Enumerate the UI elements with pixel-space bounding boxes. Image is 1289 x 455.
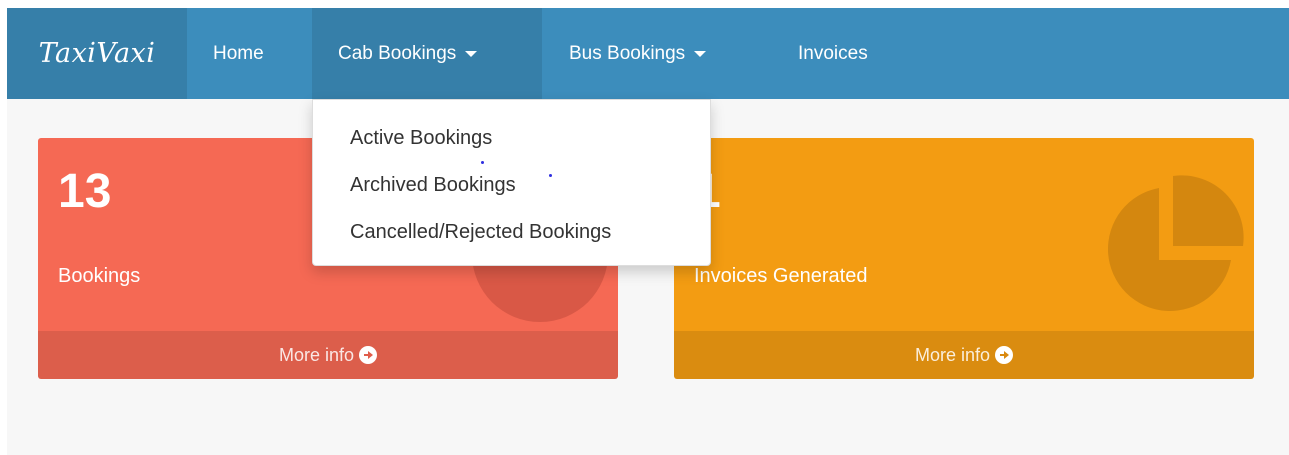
app-frame: TaxiVaxi Home Cab Bookings Bus Bookings … [7, 8, 1289, 455]
pie-chart-icon [1107, 175, 1244, 312]
more-info-label: More info [278, 344, 355, 365]
nav-home-label: Home [213, 42, 264, 64]
more-info-label: More info [914, 344, 991, 365]
nav-bus-bookings[interactable]: Bus Bookings [569, 8, 707, 99]
top-navbar: TaxiVaxi Home Cab Bookings Bus Bookings … [7, 8, 1289, 99]
menu-item-cancelled-rejected-bookings[interactable]: Cancelled/Rejected Bookings [350, 221, 611, 244]
invoices-label: Invoices Generated [694, 265, 868, 287]
invoices-box: 1 Invoices Generated More info [674, 138, 1254, 379]
caret-down-icon [465, 50, 478, 57]
cursor-dot [549, 174, 552, 177]
nav-invoices-label: Invoices [798, 42, 868, 64]
invoices-more-info-link[interactable]: More info [674, 331, 1254, 379]
arrow-circle-right-icon [995, 346, 1014, 364]
nav-cab-bookings[interactable]: Cab Bookings [312, 8, 542, 99]
arrow-circle-right-icon [359, 346, 378, 364]
bookings-label: Bookings [58, 265, 141, 287]
cursor-dot [481, 161, 484, 164]
cab-bookings-dropdown-menu: Active Bookings Archived Bookings Cancel… [312, 99, 711, 266]
menu-item-active-bookings[interactable]: Active Bookings [350, 127, 492, 150]
nav-invoices[interactable]: Invoices [798, 8, 868, 99]
nav-cab-bookings-label: Cab Bookings [338, 42, 457, 64]
bookings-more-info-link[interactable]: More info [38, 331, 618, 379]
nav-home[interactable]: Home [213, 8, 264, 99]
menu-item-archived-bookings[interactable]: Archived Bookings [350, 174, 516, 197]
bookings-count: 13 [58, 165, 112, 218]
brand-logo[interactable]: TaxiVaxi [7, 8, 187, 99]
nav-bus-bookings-label: Bus Bookings [569, 42, 686, 64]
caret-down-icon [694, 50, 707, 57]
